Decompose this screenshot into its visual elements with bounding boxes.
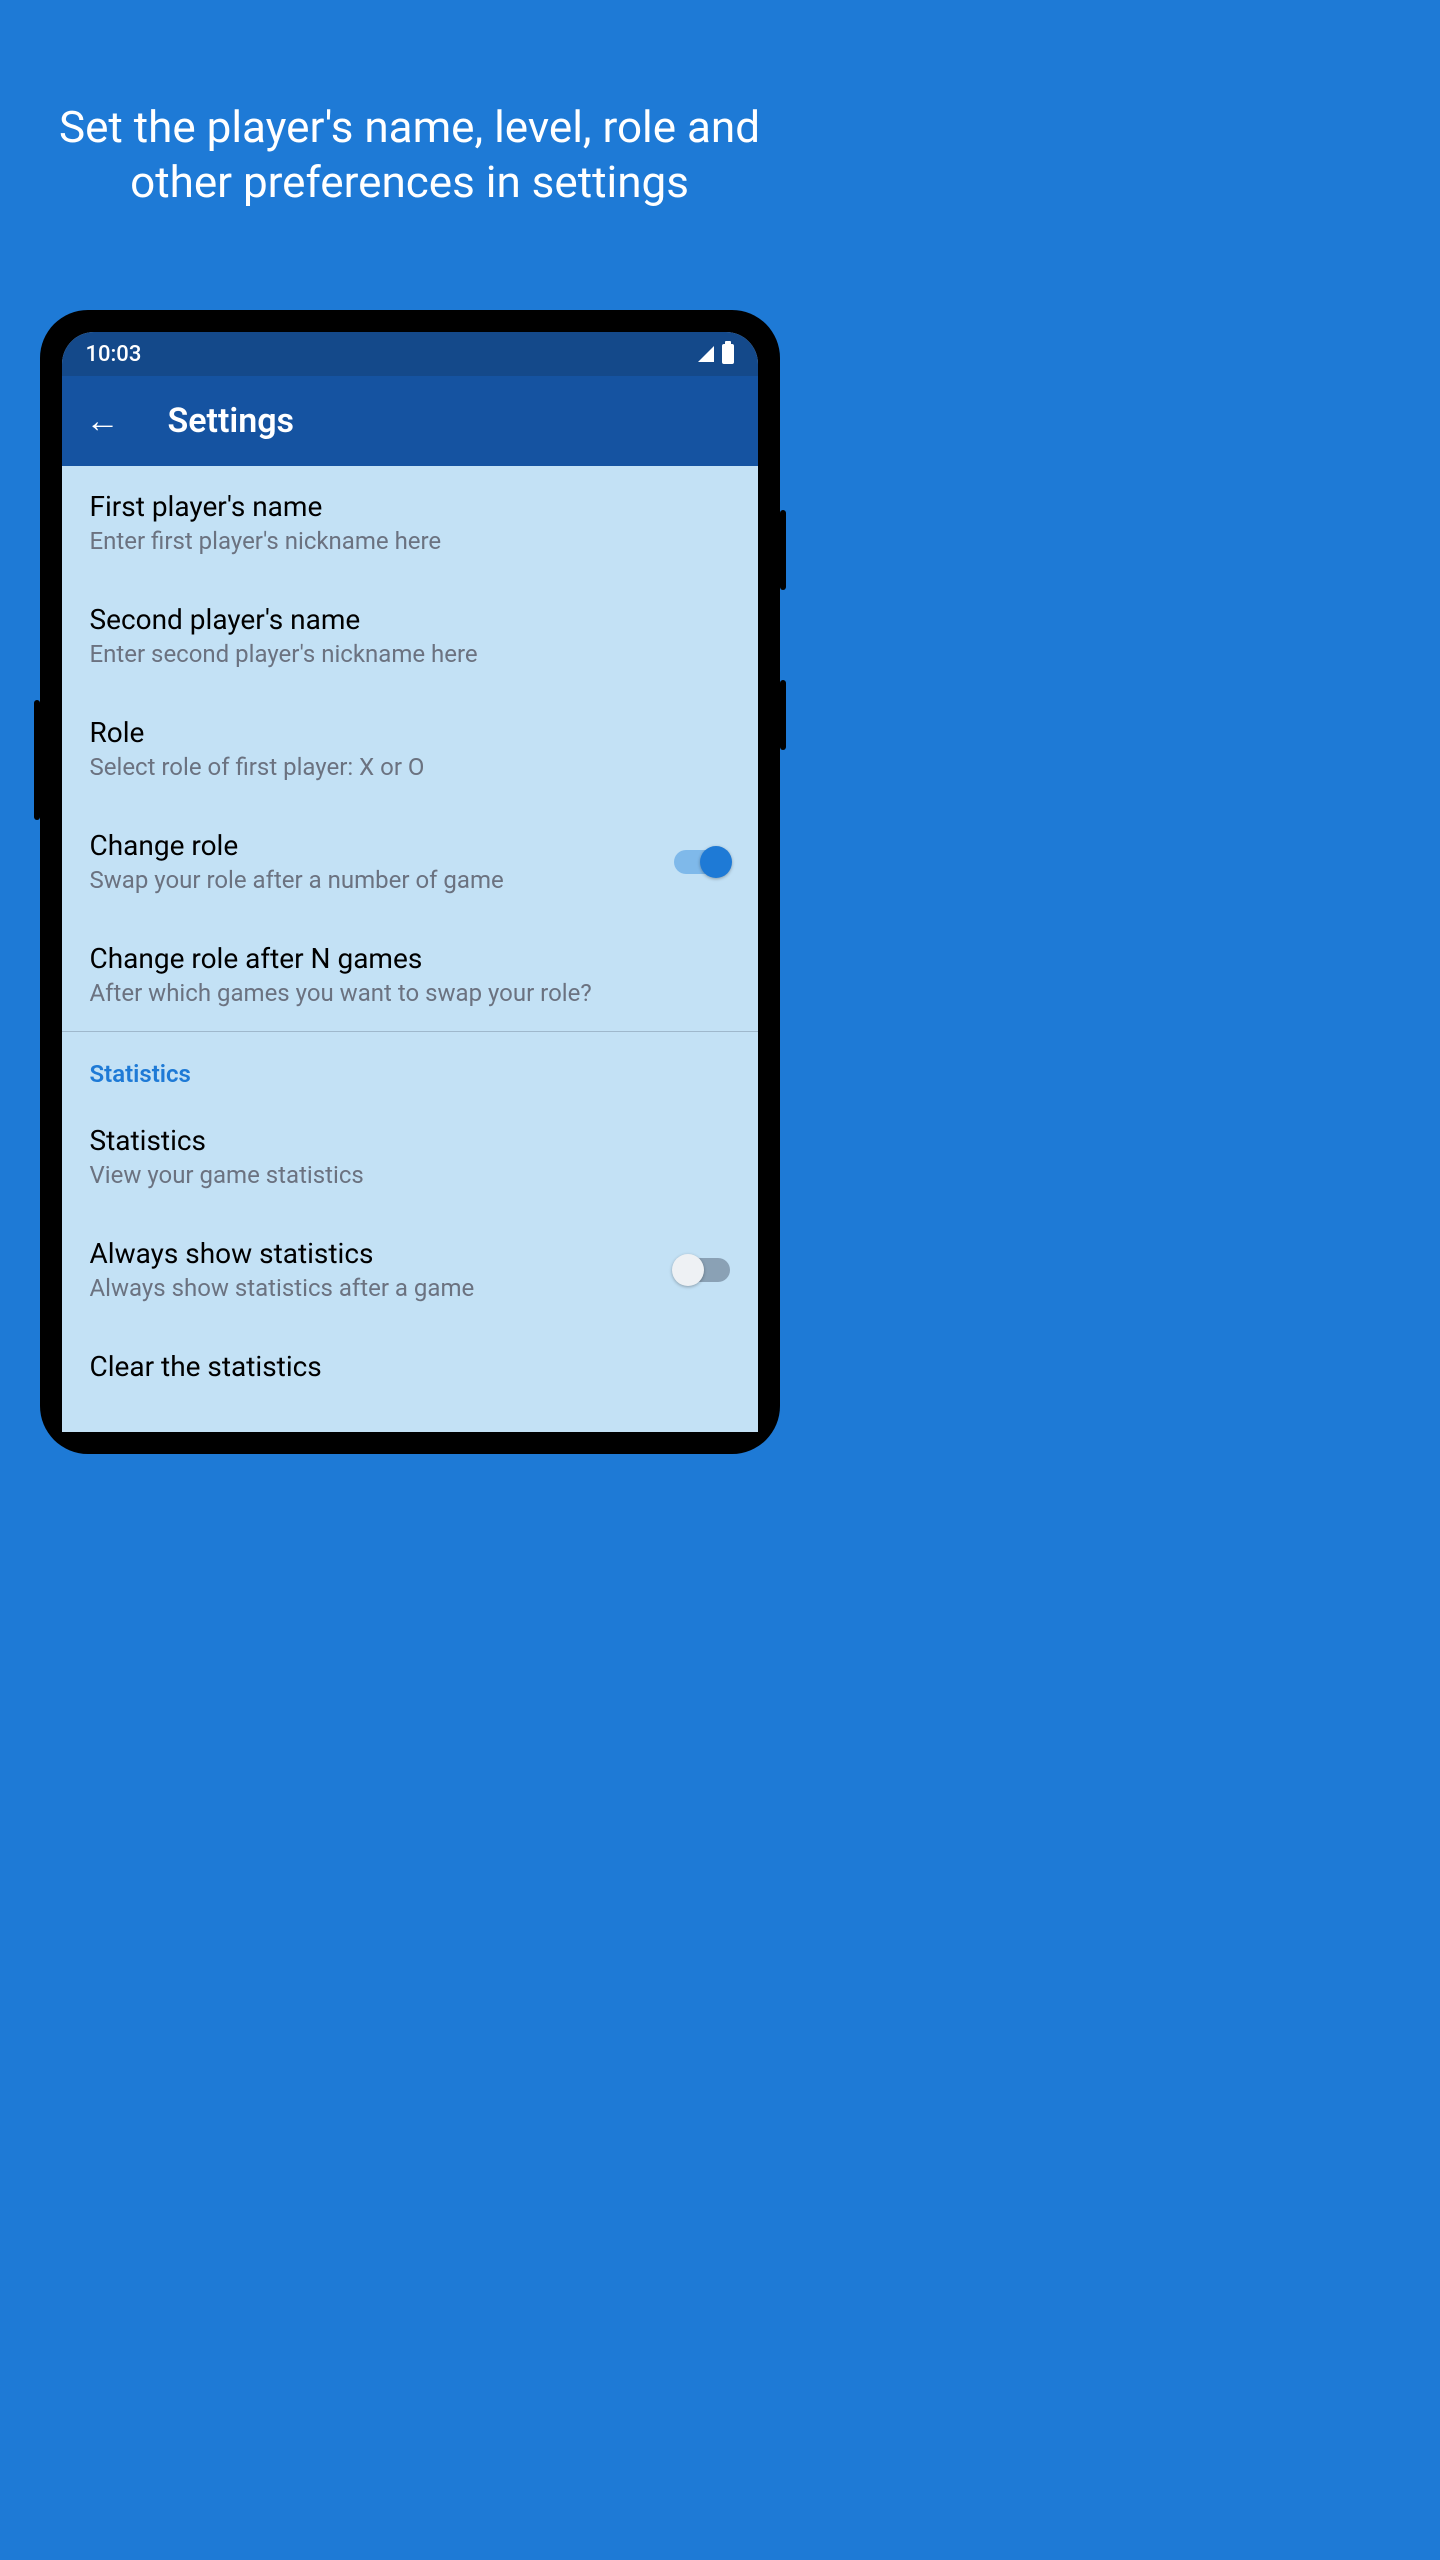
toggle-change-role[interactable] <box>674 850 730 874</box>
setting-title: Role <box>90 716 730 749</box>
setting-role[interactable]: Role Select role of first player: X or O <box>62 692 758 805</box>
setting-subtitle: Swap your role after a number of game <box>90 866 658 894</box>
phone-screen: 10:03 ← Settings First player's name Ent… <box>62 332 758 1432</box>
setting-statistics[interactable]: Statistics View your game statistics <box>62 1100 758 1213</box>
setting-change-role[interactable]: Change role Swap your role after a numbe… <box>62 805 758 918</box>
status-bar: 10:03 <box>62 332 758 376</box>
back-arrow-icon[interactable]: ← <box>86 401 120 441</box>
setting-title: Change role after N games <box>90 942 730 975</box>
toggle-always-show-statistics[interactable] <box>674 1258 730 1282</box>
setting-subtitle: Always show statistics after a game <box>90 1274 658 1302</box>
setting-title: Always show statistics <box>90 1237 658 1270</box>
setting-change-role-after-n[interactable]: Change role after N games After which ga… <box>62 918 758 1031</box>
setting-title: Change role <box>90 829 658 862</box>
setting-subtitle: Select role of first player: X or O <box>90 753 730 781</box>
settings-list: First player's name Enter first player's… <box>62 466 758 1411</box>
setting-subtitle: Enter first player's nickname here <box>90 527 730 555</box>
setting-title: First player's name <box>90 490 730 523</box>
promo-headline: Set the player's name, level, role and o… <box>0 0 819 210</box>
phone-side-button <box>780 510 786 590</box>
phone-side-button <box>780 680 786 750</box>
signal-icon <box>698 346 714 362</box>
setting-subtitle: After which games you want to swap your … <box>90 979 730 1007</box>
status-time: 10:03 <box>86 342 142 367</box>
app-bar: ← Settings <box>62 376 758 466</box>
setting-second-player-name[interactable]: Second player's name Enter second player… <box>62 579 758 692</box>
section-header-statistics: Statistics <box>62 1032 758 1100</box>
setting-subtitle: View your game statistics <box>90 1161 730 1189</box>
setting-title: Clear the statistics <box>90 1350 730 1383</box>
setting-subtitle: Enter second player's nickname here <box>90 640 730 668</box>
setting-always-show-statistics[interactable]: Always show statistics Always show stati… <box>62 1213 758 1326</box>
phone-side-button <box>34 700 40 820</box>
setting-title: Second player's name <box>90 603 730 636</box>
phone-frame: 10:03 ← Settings First player's name Ent… <box>40 310 780 1454</box>
setting-title: Statistics <box>90 1124 730 1157</box>
battery-icon <box>722 344 734 364</box>
setting-clear-statistics[interactable]: Clear the statistics <box>62 1326 758 1411</box>
setting-first-player-name[interactable]: First player's name Enter first player's… <box>62 466 758 579</box>
page-title: Settings <box>168 401 295 441</box>
status-icons <box>698 344 734 364</box>
